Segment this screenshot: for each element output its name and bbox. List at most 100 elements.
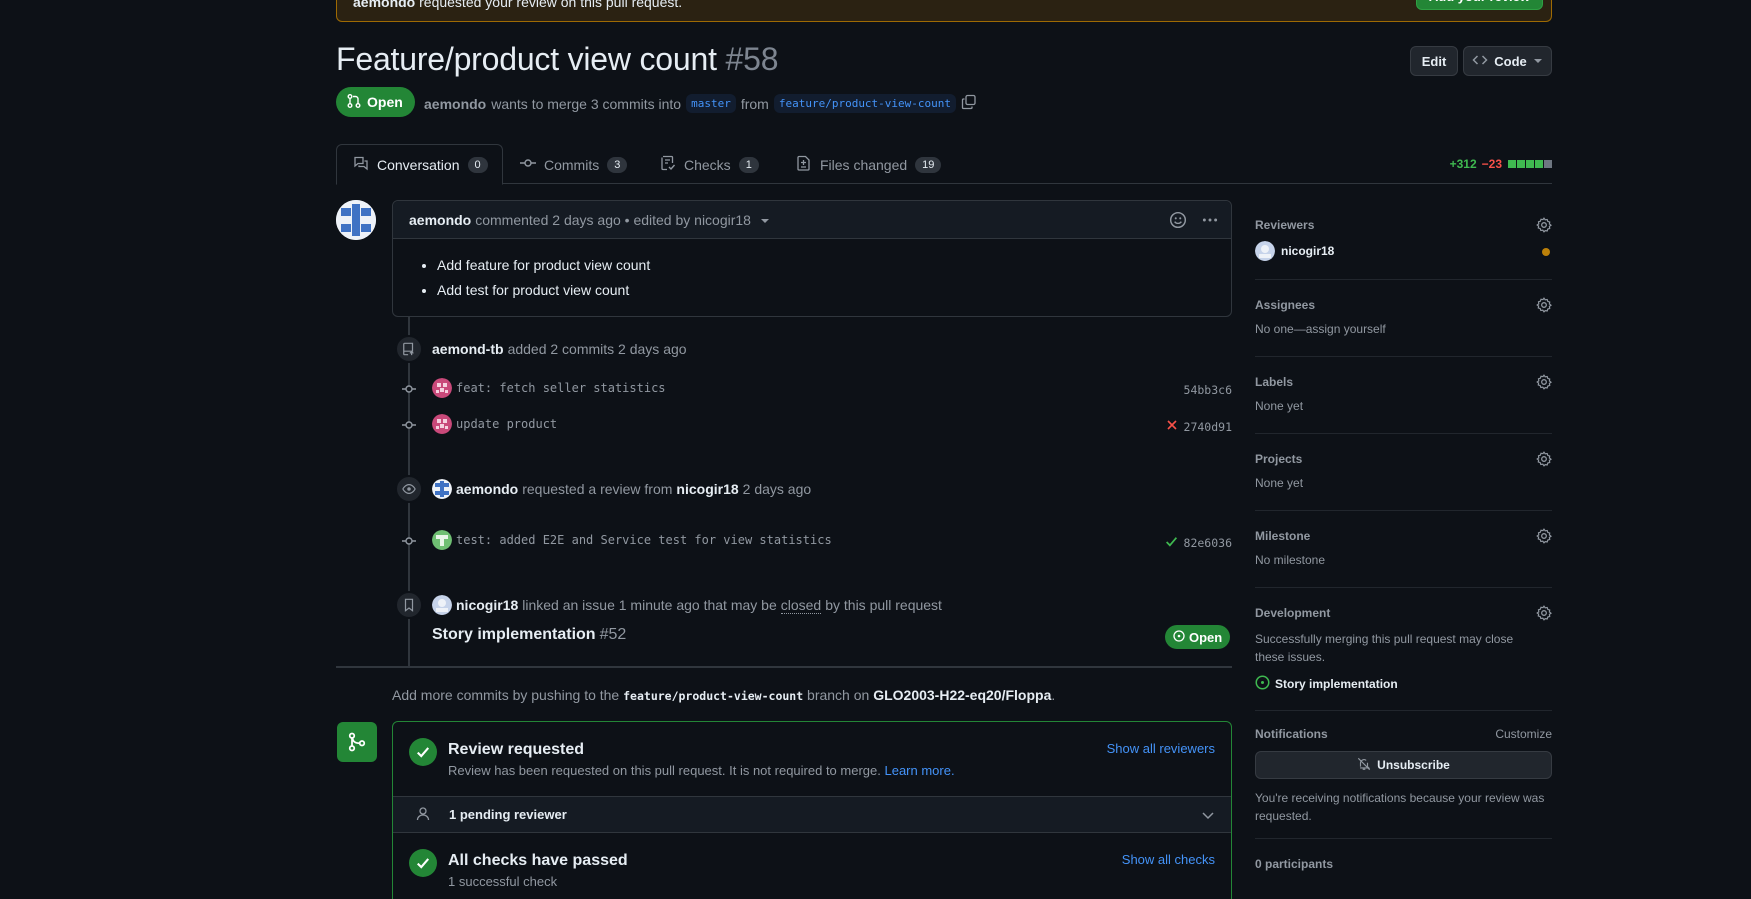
- merge-text: wants to merge 3 commits into: [491, 95, 682, 112]
- unsubscribe-button[interactable]: Unsubscribe: [1255, 751, 1552, 779]
- commit-sha[interactable]: 54bb3c6: [1184, 383, 1232, 397]
- commit-row: update product: [432, 414, 557, 434]
- diffstat-block: [1535, 160, 1543, 168]
- tab-counter: 19: [915, 156, 942, 173]
- event-reviewer[interactable]: nicogir18: [676, 481, 738, 497]
- pr-state-badge: Open: [336, 87, 415, 117]
- pending-status-dot: [1542, 248, 1550, 256]
- issue-opened-icon: [1255, 675, 1270, 693]
- gear-icon[interactable]: [1536, 297, 1552, 316]
- pr-description-comment: aemondo commented 2 days ago • edited by…: [392, 200, 1232, 317]
- diffstat-block: [1544, 160, 1552, 168]
- commit-sha[interactable]: 82e6036: [1165, 535, 1232, 551]
- linked-issue[interactable]: Story implementation #52: [432, 626, 626, 644]
- sidebar-heading[interactable]: Development: [1255, 606, 1552, 620]
- chevron-down-icon[interactable]: [1201, 808, 1215, 825]
- event-text: added 2 commits 2 days ago: [507, 341, 687, 357]
- tab-conversation[interactable]: Conversation 0: [336, 144, 503, 185]
- commit-sha[interactable]: 2740d91: [1166, 419, 1232, 434]
- list-item: Add feature for product view count: [437, 257, 1215, 273]
- push-branch: feature/product-view-count: [623, 689, 804, 703]
- tab-counter: 3: [607, 156, 628, 173]
- kebab-menu-icon[interactable]: [1201, 211, 1219, 232]
- sidebar-assignees: Assignees No one—assign yourself: [1255, 280, 1552, 357]
- avatar[interactable]: [432, 414, 452, 434]
- gear-icon[interactable]: [1536, 217, 1552, 236]
- participants-count: 0 participants: [1255, 857, 1334, 871]
- avatar[interactable]: [336, 200, 376, 240]
- edit-button[interactable]: Edit: [1410, 46, 1458, 76]
- smiley-icon[interactable]: [1169, 211, 1187, 232]
- copy-icon[interactable]: [961, 94, 977, 113]
- banner-text: aemondo requested your review on this pu…: [353, 0, 682, 10]
- closed-keyword[interactable]: closed: [780, 597, 822, 614]
- avatar[interactable]: [432, 530, 452, 550]
- sidebar-heading[interactable]: Reviewers: [1255, 218, 1552, 232]
- banner-author[interactable]: aemondo: [353, 0, 415, 10]
- diffstat[interactable]: +312 −23: [1450, 157, 1552, 171]
- review-subtitle: Review has been requested on this pull r…: [448, 763, 955, 778]
- head-branch[interactable]: feature/product-view-count: [773, 94, 957, 113]
- review-requested-event: aemondo requested a review from nicogir1…: [432, 479, 811, 499]
- labels-value: None yet: [1255, 399, 1304, 413]
- add-review-button[interactable]: Add your review: [1415, 0, 1543, 10]
- comment-author[interactable]: aemondo: [409, 212, 471, 228]
- development-issue[interactable]: Story implementation: [1255, 675, 1552, 693]
- issue-opened-icon: [1173, 629, 1185, 645]
- commit-message[interactable]: update product: [456, 417, 557, 431]
- avatar[interactable]: [432, 378, 452, 398]
- repo-push-icon: [395, 335, 423, 363]
- pending-reviewer-label: 1 pending reviewer: [449, 807, 567, 822]
- projects-value: None yet: [1255, 476, 1304, 490]
- gear-icon[interactable]: [1536, 374, 1552, 393]
- tab-label: Files changed: [820, 156, 908, 173]
- page-title: Feature/product view count #58: [336, 41, 778, 78]
- code-button[interactable]: Code: [1463, 46, 1552, 76]
- issue-title[interactable]: Story implementation: [432, 626, 596, 644]
- push-prefix: Add more commits by pushing to the: [392, 687, 620, 703]
- gear-icon[interactable]: [1536, 528, 1552, 547]
- tab-files-changed[interactable]: Files changed 19: [780, 144, 957, 185]
- tab-commits[interactable]: Commits 3: [504, 144, 643, 185]
- commit-message[interactable]: feat: fetch seller statistics: [456, 381, 666, 395]
- unsubscribe-label: Unsubscribe: [1377, 758, 1450, 772]
- tab-checks[interactable]: Checks 1: [644, 144, 775, 185]
- commit-sha-text: 2740d91: [1183, 419, 1232, 434]
- event-author[interactable]: aemondo: [456, 481, 518, 497]
- pr-author[interactable]: aemondo: [424, 96, 486, 112]
- sidebar-heading[interactable]: Projects: [1255, 452, 1552, 466]
- gear-icon[interactable]: [1536, 451, 1552, 470]
- comment-body: Add feature for product view count Add t…: [393, 239, 1231, 298]
- sidebar-projects: Projects None yet: [1255, 434, 1552, 511]
- pending-reviewer-row[interactable]: 1 pending reviewer: [393, 797, 1231, 833]
- event-tail: by this pull request: [825, 597, 942, 613]
- code-icon: [1472, 52, 1488, 71]
- x-fail-icon[interactable]: [1166, 419, 1178, 434]
- caret-down-icon[interactable]: [760, 212, 769, 228]
- gear-icon[interactable]: [1536, 605, 1552, 624]
- sidebar-heading[interactable]: Labels: [1255, 375, 1552, 389]
- push-repo[interactable]: GLO2003-H22-eq20/Floppa: [873, 687, 1051, 703]
- check-circle-icon: [409, 849, 437, 877]
- check-success-icon[interactable]: [1165, 535, 1178, 551]
- sidebar-heading[interactable]: Assignees: [1255, 298, 1552, 312]
- comment-meta[interactable]: commented 2 days ago • edited by nicogir…: [475, 212, 751, 228]
- event-time[interactable]: 2 days ago: [743, 481, 812, 497]
- avatar[interactable]: [432, 595, 452, 615]
- show-all-checks-link[interactable]: Show all checks: [1122, 852, 1215, 867]
- pr-tabs: Conversation 0 Commits 3 Checks 1 Files …: [336, 144, 1552, 185]
- event-author[interactable]: nicogir18: [456, 597, 518, 613]
- pr-meta: aemondo wants to merge 3 commits into ma…: [424, 94, 977, 113]
- reviewer-item[interactable]: nicogir18: [1255, 241, 1552, 261]
- comment-header: aemondo commented 2 days ago • edited by…: [393, 201, 1231, 239]
- avatar[interactable]: [432, 479, 452, 499]
- diffstat-blocks: [1507, 157, 1552, 171]
- customize-link[interactable]: Customize: [1495, 727, 1552, 741]
- event-author[interactable]: aemond-tb: [432, 341, 504, 357]
- show-all-reviewers-link[interactable]: Show all reviewers: [1107, 741, 1215, 756]
- assignees-value[interactable]: No one—assign yourself: [1255, 322, 1552, 336]
- learn-more-link[interactable]: Learn more.: [884, 763, 954, 778]
- base-branch[interactable]: master: [686, 94, 736, 113]
- sidebar-heading[interactable]: Milestone: [1255, 529, 1552, 543]
- commit-message[interactable]: test: added E2E and Service test for vie…: [456, 533, 832, 547]
